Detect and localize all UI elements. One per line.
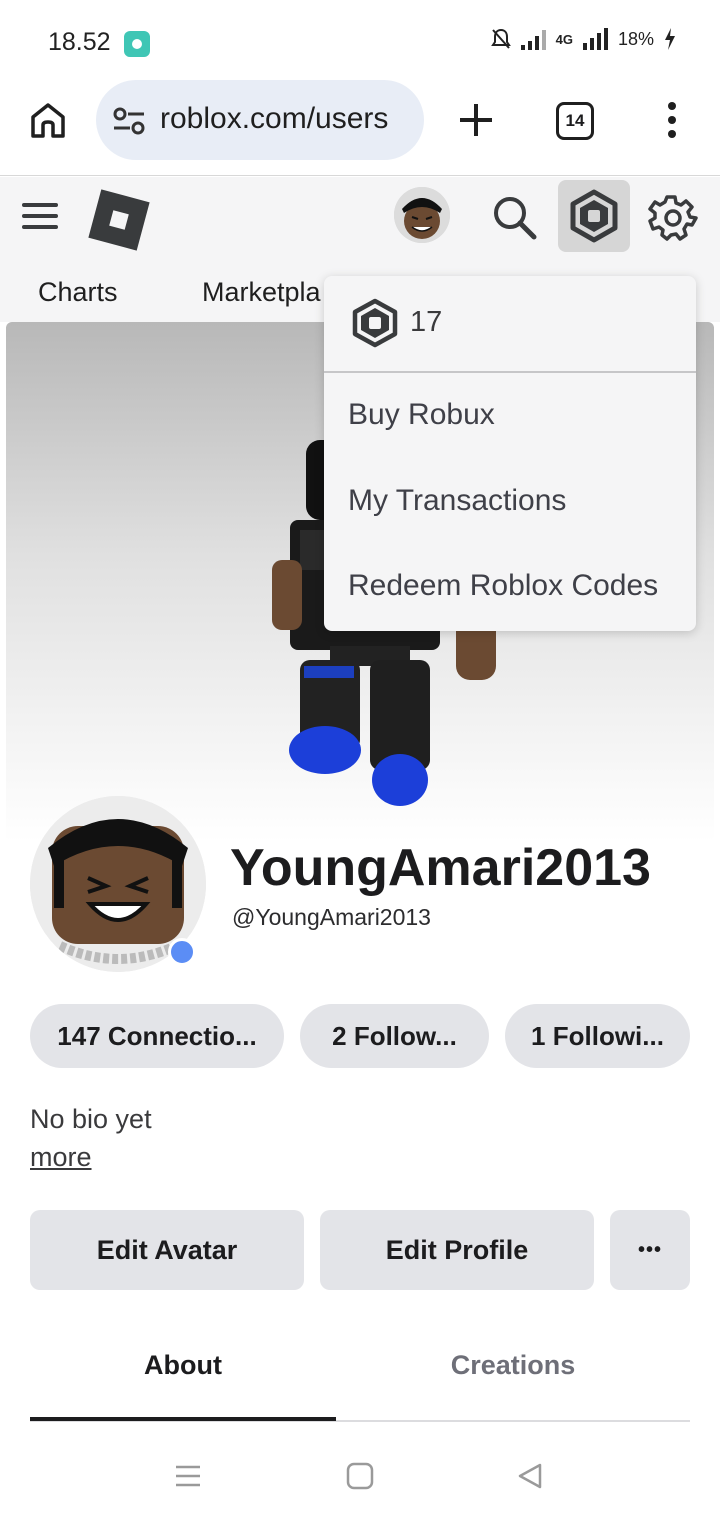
home-icon[interactable] (28, 100, 68, 140)
hamburger-menu-icon[interactable] (22, 201, 58, 231)
more-options-button[interactable]: ••• (610, 1210, 690, 1290)
tab-switcher-button[interactable]: 14 (556, 102, 594, 140)
battery-level: 18% (617, 28, 654, 49)
avatar-face-icon (394, 187, 450, 243)
connections-pill[interactable]: 147 Connectio... (30, 1004, 284, 1068)
bio-more-link[interactable]: more (30, 1142, 92, 1173)
status-bar: 18.52 4G 18% (0, 0, 720, 80)
home-nav-icon[interactable] (346, 1462, 374, 1490)
status-indicators: 4G 18% (490, 28, 676, 50)
followers-pill[interactable]: 2 Follow... (300, 1004, 489, 1068)
online-status-indicator (168, 938, 196, 966)
url-text[interactable]: roblox.com/users (160, 102, 388, 136)
robux-icon (570, 189, 618, 243)
back-nav-icon[interactable] (516, 1462, 544, 1490)
settings-gear-icon[interactable] (648, 193, 698, 243)
edit-avatar-button[interactable]: Edit Avatar (30, 1210, 304, 1290)
nav-charts[interactable]: Charts (38, 277, 118, 308)
menu-item-my-transactions[interactable]: My Transactions (348, 484, 566, 518)
status-time: 18.52 (48, 28, 111, 56)
roblox-logo[interactable] (88, 189, 150, 251)
site-settings-icon[interactable] (112, 104, 146, 138)
network-type: 4G (555, 31, 573, 47)
tab-about[interactable]: About (30, 1350, 336, 1381)
robux-balance-row: 17 (324, 276, 696, 373)
menu-item-redeem-codes[interactable]: Redeem Roblox Codes (348, 569, 658, 603)
menu-item-buy-robux[interactable]: Buy Robux (348, 398, 495, 432)
profile-bio: No bio yet (30, 1104, 152, 1134)
robux-icon (352, 298, 398, 348)
charging-icon (665, 28, 675, 50)
recent-apps-icon[interactable] (174, 1464, 202, 1488)
signal-4g-icon (582, 28, 608, 50)
new-tab-icon[interactable] (456, 100, 496, 140)
robux-button[interactable] (558, 180, 630, 252)
robux-dropdown-menu: 17 Buy Robux My Transactions Redeem Robl… (324, 276, 696, 631)
search-icon[interactable] (490, 193, 538, 241)
android-navigation-bar (0, 1430, 720, 1520)
tab-creations[interactable]: Creations (360, 1350, 666, 1381)
header-avatar[interactable] (394, 187, 450, 243)
app-notification-icon (124, 31, 150, 57)
nav-marketplace[interactable]: Marketpla (202, 277, 321, 308)
edit-profile-button[interactable]: Edit Profile (320, 1210, 594, 1290)
robux-balance: 17 (410, 306, 443, 338)
signal-icon (520, 28, 546, 50)
profile-username: @YoungAmari2013 (232, 904, 431, 930)
browser-toolbar: roblox.com/users 14 (0, 80, 720, 176)
browser-menu-icon[interactable] (662, 100, 682, 140)
profile-display-name: YoungAmari2013 (230, 839, 651, 897)
active-tab-indicator (30, 1417, 336, 1421)
address-bar[interactable]: roblox.com/users (96, 80, 424, 160)
following-pill[interactable]: 1 Followi... (505, 1004, 690, 1068)
mute-bell-icon (490, 28, 511, 49)
